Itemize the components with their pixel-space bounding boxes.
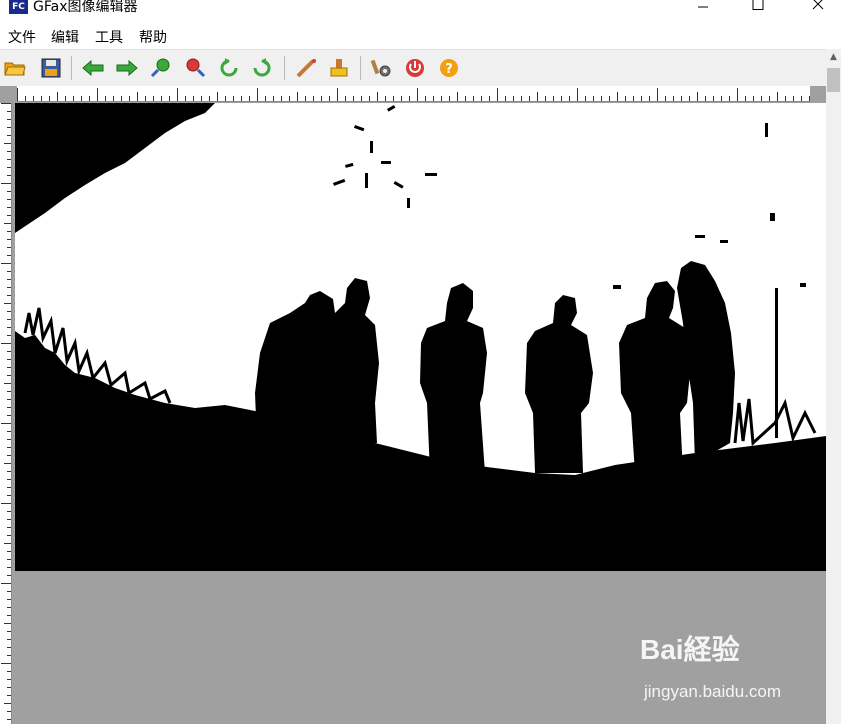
pen-button[interactable] — [293, 55, 319, 81]
open-folder-icon — [4, 62, 26, 76]
open-button[interactable] — [2, 55, 28, 81]
left-ruler — [0, 103, 12, 724]
close-icon — [812, 0, 824, 10]
scroll-up-icon[interactable]: ▲ — [826, 49, 841, 66]
app-icon: FC — [9, 0, 28, 14]
save-icon — [41, 58, 61, 78]
arrow-left-icon — [82, 60, 104, 76]
toolbar-separator — [71, 56, 72, 80]
toolbar-separator — [284, 56, 285, 80]
rotate-left-button[interactable] — [216, 55, 242, 81]
minimize-icon — [698, 6, 708, 8]
settings-button[interactable] — [368, 55, 394, 81]
help-icon: ? — [440, 59, 458, 77]
menu-help[interactable]: 帮助 — [139, 29, 167, 47]
silhouette-image — [15, 103, 826, 571]
menu-edit[interactable]: 编辑 — [51, 29, 79, 47]
close-button[interactable] — [795, 0, 841, 18]
exit-button[interactable] — [402, 55, 428, 81]
save-button[interactable] — [38, 55, 64, 81]
maximize-button[interactable] — [735, 0, 781, 18]
zoom-in-icon — [150, 58, 170, 78]
title-bar: FC GFax图像编辑器 — [0, 0, 841, 28]
toolbar-separator — [360, 56, 361, 80]
menu-tools[interactable]: 工具 — [95, 29, 123, 47]
vertical-scrollbar[interactable]: ▲ — [826, 49, 841, 724]
top-ruler — [17, 86, 810, 102]
baidu-watermark: Bai経验 jingyan.baidu.com — [640, 628, 820, 708]
eraser-button[interactable] — [326, 55, 352, 81]
arrow-right-icon — [116, 60, 138, 76]
zoom-out-button[interactable] — [182, 55, 208, 81]
eraser-icon — [330, 59, 348, 77]
maximize-icon — [752, 0, 764, 10]
toolbar: ? — [0, 49, 841, 87]
zoom-in-button[interactable] — [148, 55, 174, 81]
window-title: GFax图像编辑器 — [33, 0, 138, 15]
power-icon — [406, 59, 424, 77]
next-button[interactable] — [114, 55, 140, 81]
watermark-url: jingyan.baidu.com — [644, 682, 782, 701]
zoom-out-icon — [186, 58, 206, 78]
previous-button[interactable] — [80, 55, 106, 81]
rotate-right-icon — [253, 58, 271, 77]
help-button[interactable]: ? — [436, 55, 462, 81]
pen-icon — [296, 59, 316, 78]
menu-bar: 文件 编辑 工具 帮助 — [0, 28, 841, 49]
settings-icon — [370, 59, 391, 77]
minimize-button[interactable] — [680, 0, 726, 18]
image-canvas[interactable] — [15, 103, 826, 571]
scroll-thumb[interactable] — [827, 68, 840, 92]
svg-text:?: ? — [445, 62, 453, 77]
rotate-right-button[interactable] — [249, 55, 275, 81]
watermark-logo: Bai経验 — [640, 634, 740, 665]
menu-file[interactable]: 文件 — [8, 29, 36, 47]
rotate-left-icon — [220, 58, 238, 77]
